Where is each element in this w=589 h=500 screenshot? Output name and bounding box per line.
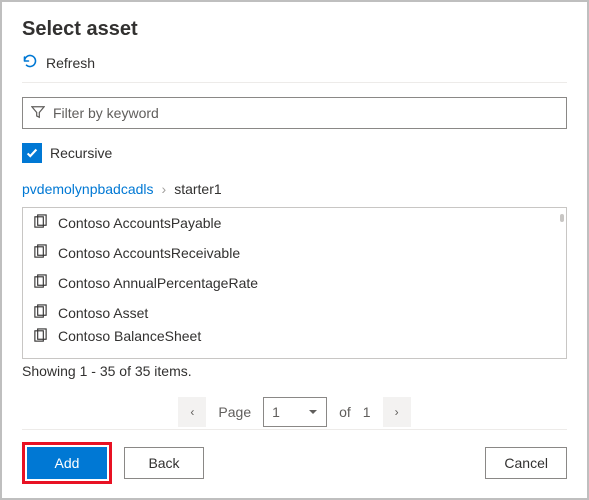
asset-icon (33, 214, 48, 232)
dialog-title: Select asset (22, 18, 567, 41)
asset-name: Contoso AccountsPayable (58, 215, 221, 231)
recursive-checkbox[interactable]: Recursive (22, 143, 567, 163)
breadcrumb: pvdemolynpbadcadls › starter1 (22, 181, 567, 197)
asset-list[interactable]: Contoso AccountsPayable Contoso Accounts… (22, 207, 567, 359)
add-button[interactable]: Add (27, 447, 107, 479)
list-item[interactable]: Contoso BalanceSheet (23, 328, 566, 342)
chevron-right-icon: › (395, 405, 399, 419)
chevron-down-icon (308, 404, 318, 420)
refresh-button[interactable]: Refresh (22, 53, 567, 83)
asset-name: Contoso AccountsReceivable (58, 245, 240, 261)
filter-input-wrapper[interactable] (22, 97, 567, 129)
list-item[interactable]: Contoso Asset (23, 298, 566, 328)
page-current: 1 (272, 404, 280, 420)
chevron-left-icon: ‹ (190, 405, 194, 419)
breadcrumb-current: starter1 (174, 181, 221, 197)
checkbox-checked-icon (22, 143, 42, 163)
asset-name: Contoso Asset (58, 305, 148, 321)
prev-page-button[interactable]: ‹ (178, 397, 206, 427)
next-page-button[interactable]: › (383, 397, 411, 427)
asset-icon (33, 328, 48, 342)
chevron-right-icon: › (162, 181, 167, 197)
asset-icon (33, 274, 48, 292)
of-label: of (339, 404, 351, 420)
list-item[interactable]: Contoso AccountsPayable (23, 208, 566, 238)
list-item[interactable]: Contoso AnnualPercentageRate (23, 268, 566, 298)
total-pages: 1 (363, 404, 371, 420)
asset-icon (33, 304, 48, 322)
page-label: Page (218, 404, 251, 420)
refresh-icon (22, 53, 38, 72)
asset-name: Contoso AnnualPercentageRate (58, 275, 258, 291)
cancel-button[interactable]: Cancel (485, 447, 567, 479)
recursive-label: Recursive (50, 145, 112, 161)
list-item[interactable]: Contoso AccountsReceivable (23, 238, 566, 268)
add-button-highlight: Add (22, 442, 112, 484)
refresh-label: Refresh (46, 55, 95, 71)
back-button[interactable]: Back (124, 447, 204, 479)
footer: Add Back Cancel (22, 429, 567, 484)
filter-input[interactable] (53, 105, 558, 121)
breadcrumb-root-link[interactable]: pvdemolynpbadcadls (22, 181, 154, 197)
page-select[interactable]: 1 (263, 397, 327, 427)
pager: ‹ Page 1 of 1 › (22, 397, 567, 427)
list-summary: Showing 1 - 35 of 35 items. (22, 363, 567, 379)
asset-icon (33, 244, 48, 262)
asset-name: Contoso BalanceSheet (58, 328, 201, 342)
filter-icon (31, 105, 45, 122)
